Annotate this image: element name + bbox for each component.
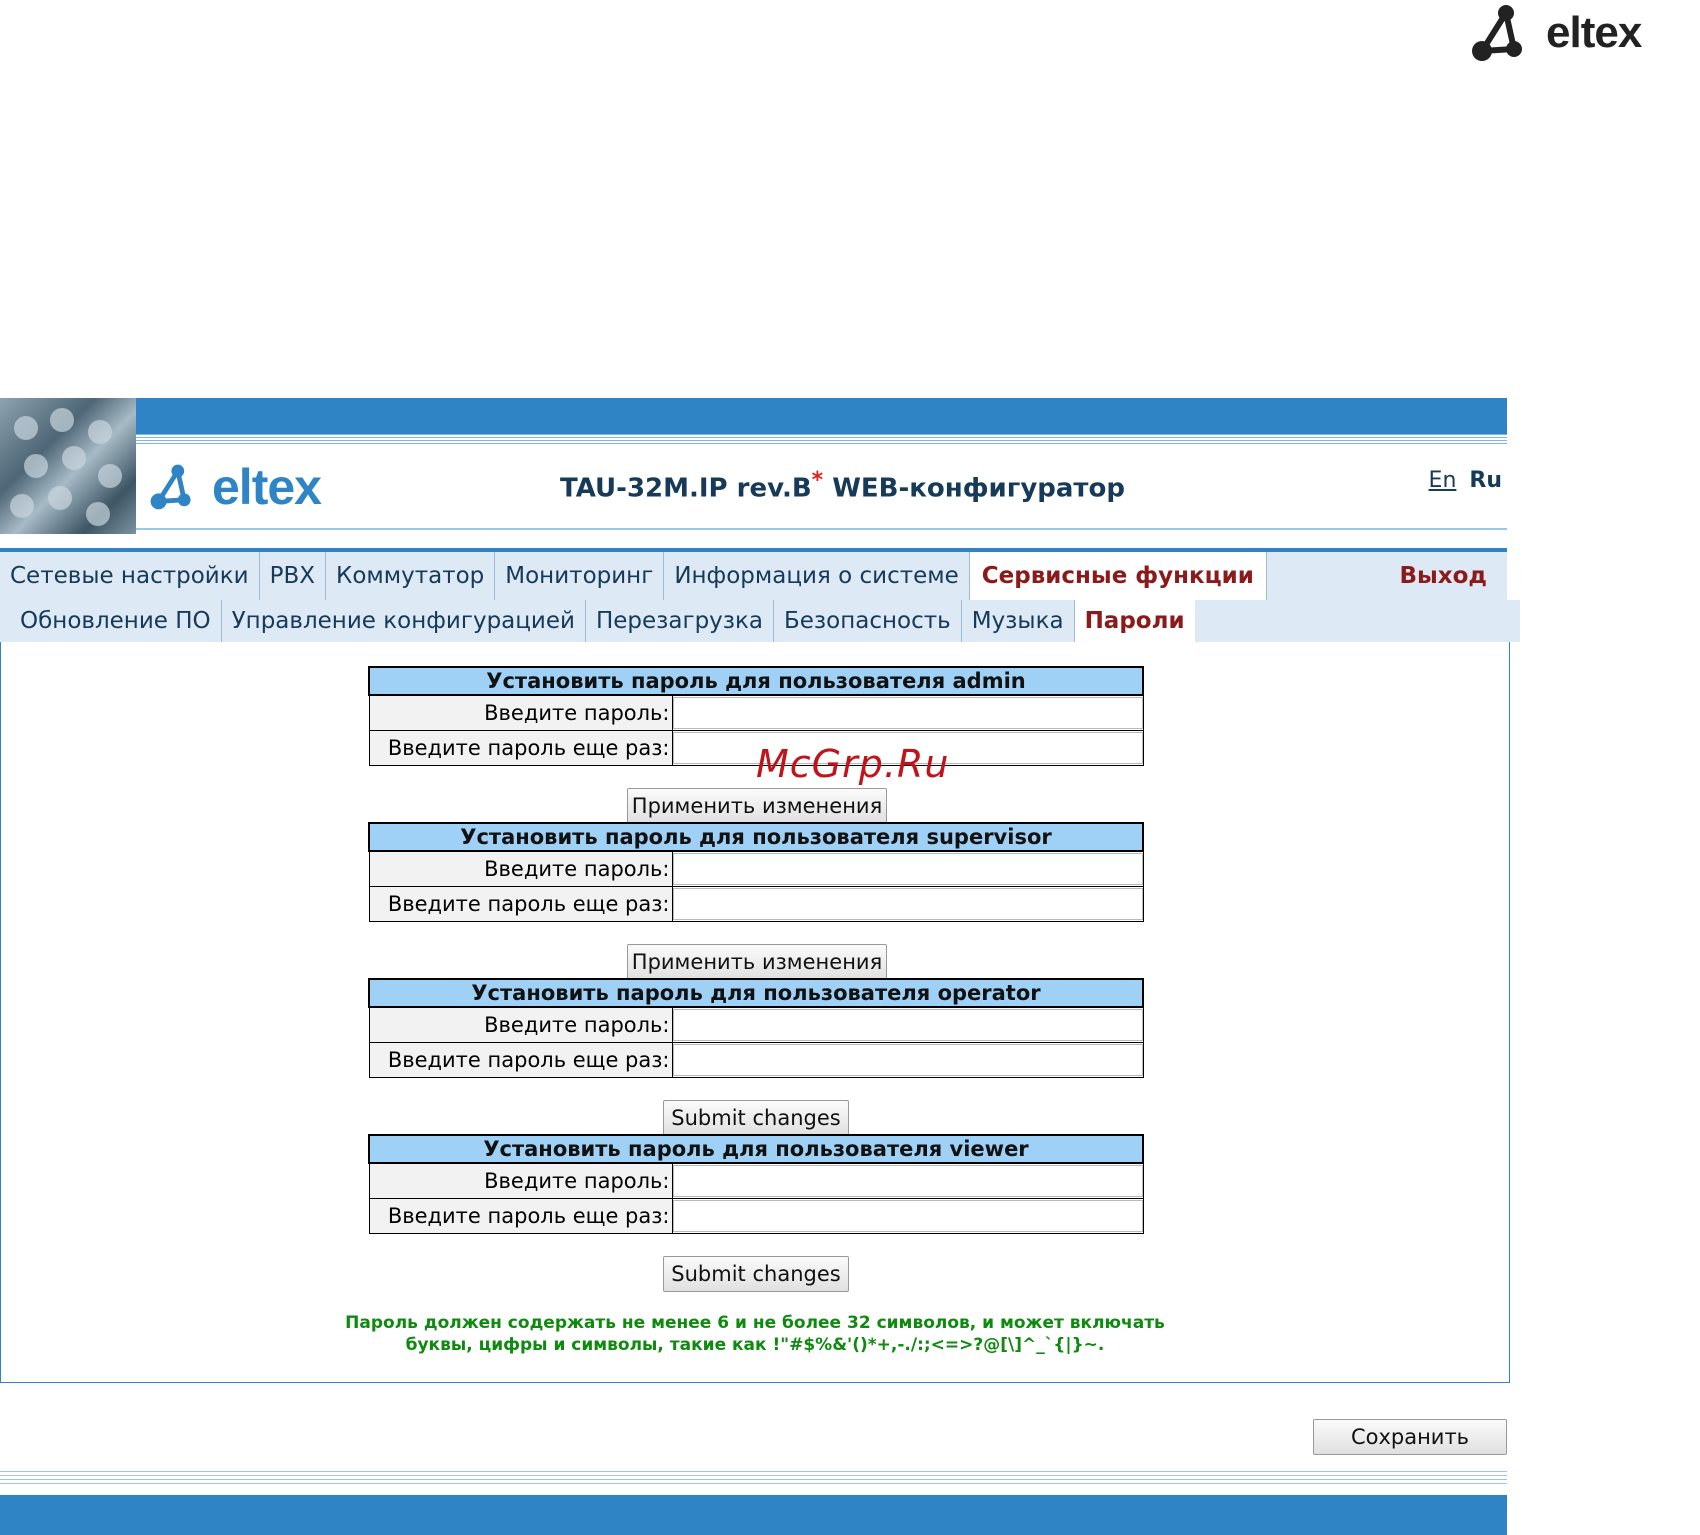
header-logo: eltex bbox=[148, 458, 322, 516]
operator-submit-button[interactable]: Submit changes bbox=[663, 1100, 849, 1136]
watermark-text: McGrp.Ru bbox=[756, 742, 950, 786]
page-title-mark: * bbox=[811, 468, 824, 493]
enter-password-label: Введите пароль: bbox=[368, 1006, 673, 1043]
header-divider bbox=[136, 528, 1507, 530]
repeat-password-label: Введите пароль еще раз: bbox=[368, 730, 673, 766]
page-title-suffix: WEB-конфигуратор bbox=[823, 473, 1125, 504]
header-stripes bbox=[0, 434, 1507, 444]
logout-link[interactable]: Выход bbox=[1379, 552, 1507, 600]
tab-config-management[interactable]: Управление конфигурацией bbox=[222, 600, 586, 642]
password-form-supervisor: Установить пароль для пользователя super… bbox=[368, 822, 1144, 922]
supervisor-password-input[interactable] bbox=[672, 853, 1143, 885]
eltex-mark-icon bbox=[1472, 4, 1522, 61]
corner-logo-text: eltex bbox=[1546, 7, 1642, 57]
enter-password-label: Введите пароль: bbox=[368, 694, 673, 731]
note-line-2: буквы, цифры и символы, такие как !"#$%&… bbox=[405, 1335, 1105, 1355]
main-menu: Сетевые настройки PBX Коммутатор Монитор… bbox=[0, 552, 1507, 600]
password-form-title: Установить пароль для пользователя admin bbox=[368, 666, 1144, 696]
eltex-mark-icon bbox=[150, 464, 191, 510]
header-bar bbox=[0, 398, 1507, 434]
tab-security[interactable]: Безопасность bbox=[774, 600, 962, 642]
header-logo-text: eltex bbox=[212, 459, 322, 515]
password-form-title: Установить пароль для пользователя opera… bbox=[368, 978, 1144, 1008]
web-configurator-frame: eltex TAU-32M.IP rev.B* WEB-конфигуратор… bbox=[0, 398, 1520, 1535]
note-line-1: Пароль должен содержать не менее 6 и не … bbox=[345, 1313, 1165, 1333]
page-title: TAU-32M.IP rev.B* WEB-конфигуратор bbox=[560, 468, 1125, 504]
operator-password-input[interactable] bbox=[672, 1009, 1143, 1041]
language-switch: En Ru bbox=[1429, 468, 1502, 493]
password-form-viewer: Установить пароль для пользователя viewe… bbox=[368, 1134, 1144, 1234]
tab-reboot[interactable]: Перезагрузка bbox=[586, 600, 774, 642]
admin-apply-button[interactable]: Применить изменения bbox=[627, 788, 887, 824]
enter-password-label: Введите пароль: bbox=[368, 1162, 673, 1199]
password-requirements-note: Пароль должен содержать не менее 6 и не … bbox=[280, 1312, 1230, 1356]
save-button[interactable]: Сохранить bbox=[1313, 1419, 1507, 1455]
header-photo bbox=[0, 398, 136, 534]
viewer-password-input[interactable] bbox=[672, 1165, 1143, 1197]
page-title-model: TAU-32M.IP rev.B bbox=[560, 473, 812, 504]
footer-stripes bbox=[0, 1468, 1507, 1486]
sub-menu: Обновление ПО Управление конфигурацией П… bbox=[0, 600, 1520, 642]
footer-bar bbox=[0, 1495, 1507, 1535]
lang-en-link[interactable]: En bbox=[1429, 468, 1457, 493]
password-form-title: Установить пароль для пользователя super… bbox=[368, 822, 1144, 852]
viewer-password-repeat-input[interactable] bbox=[672, 1200, 1143, 1232]
password-form-title: Установить пароль для пользователя viewe… bbox=[368, 1134, 1144, 1164]
operator-password-repeat-input[interactable] bbox=[672, 1044, 1143, 1076]
tab-music[interactable]: Музыка bbox=[962, 600, 1075, 642]
menu-item-switch[interactable]: Коммутатор bbox=[326, 552, 496, 600]
tab-firmware-update[interactable]: Обновление ПО bbox=[10, 600, 222, 642]
menu-item-pbx[interactable]: PBX bbox=[260, 552, 326, 600]
menu-item-system-info[interactable]: Информация о системе bbox=[664, 552, 970, 600]
viewer-submit-button[interactable]: Submit changes bbox=[663, 1256, 849, 1292]
repeat-password-label: Введите пароль еще раз: bbox=[368, 886, 673, 922]
menu-item-monitoring[interactable]: Мониторинг bbox=[495, 552, 665, 600]
admin-password-input[interactable] bbox=[672, 697, 1143, 729]
repeat-password-label: Введите пароль еще раз: bbox=[368, 1198, 673, 1234]
tab-passwords[interactable]: Пароли bbox=[1074, 600, 1195, 642]
repeat-password-label: Введите пароль еще раз: bbox=[368, 1042, 673, 1078]
enter-password-label: Введите пароль: bbox=[368, 850, 673, 887]
lang-ru-link[interactable]: Ru bbox=[1469, 468, 1502, 493]
password-form-operator: Установить пароль для пользователя opera… bbox=[368, 978, 1144, 1078]
supervisor-password-repeat-input[interactable] bbox=[672, 888, 1143, 920]
supervisor-apply-button[interactable]: Применить изменения bbox=[627, 944, 887, 980]
menu-item-network[interactable]: Сетевые настройки bbox=[0, 552, 260, 600]
menu-item-service[interactable]: Сервисные функции bbox=[969, 552, 1267, 600]
eltex-corner-logo: eltex bbox=[1470, 0, 1700, 65]
